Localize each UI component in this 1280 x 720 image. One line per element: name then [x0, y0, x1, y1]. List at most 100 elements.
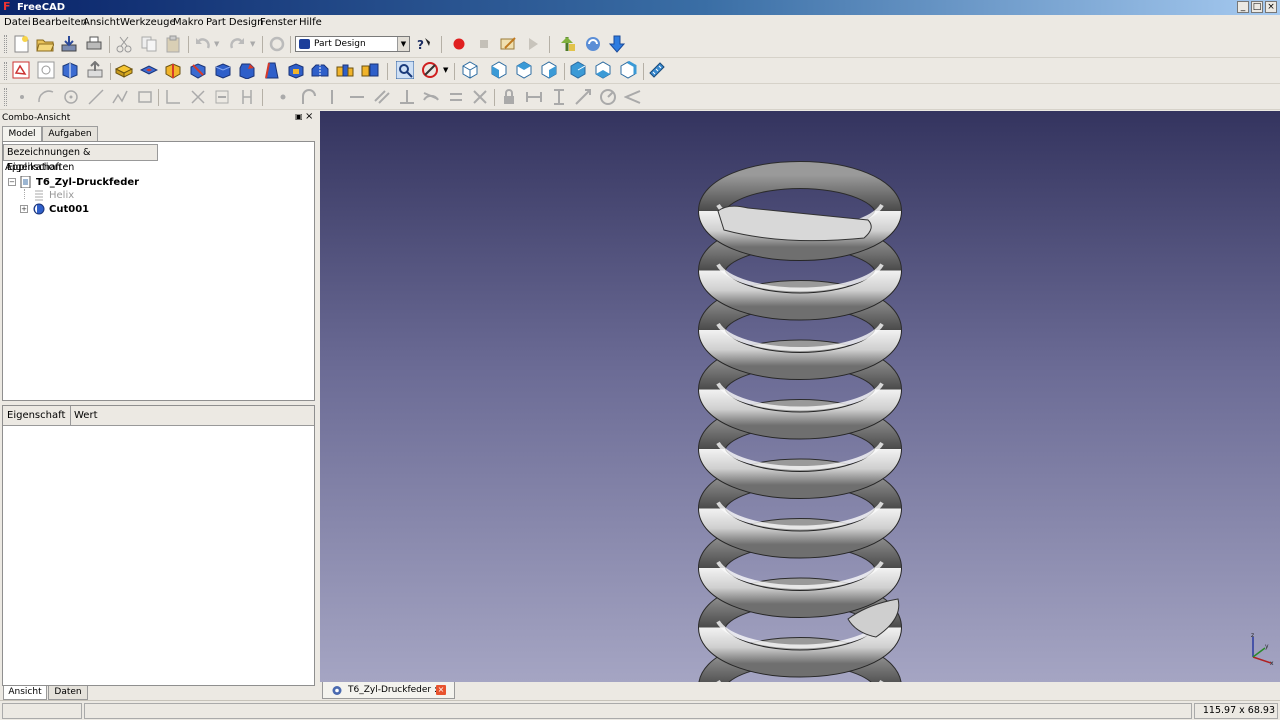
undo-icon[interactable] [194, 35, 212, 53]
draw-style-dropdown-icon[interactable]: ▼ [443, 66, 448, 74]
chevron-down-icon[interactable]: ▼ [397, 37, 409, 51]
menu-fenster[interactable]: Fenster [260, 17, 297, 29]
print-icon[interactable] [85, 35, 103, 53]
tab-data-properties[interactable]: Daten [48, 686, 88, 700]
tree-helix-node[interactable]: Helix [49, 190, 74, 202]
right-view-icon[interactable] [540, 61, 558, 79]
copy-icon[interactable] [140, 35, 158, 53]
constraint-length-icon[interactable] [574, 88, 592, 106]
sketch-construction-icon[interactable] [238, 88, 256, 106]
rear-view-icon[interactable] [569, 61, 587, 79]
chamfer-icon[interactable] [238, 61, 256, 79]
measure-icon[interactable] [648, 61, 666, 79]
front-view-icon[interactable] [490, 61, 508, 79]
draw-style-icon[interactable] [421, 61, 439, 79]
refresh-icon[interactable] [268, 35, 286, 53]
constraint-vertical-distance-icon[interactable] [550, 88, 568, 106]
menu-part-design[interactable]: Part Design [206, 17, 263, 29]
constraint-perpendicular-icon[interactable] [398, 88, 416, 106]
constraint-angle-icon[interactable] [624, 88, 642, 106]
menu-makro[interactable]: Makro [173, 17, 204, 29]
float-panel-icon[interactable]: ▣ [295, 112, 303, 122]
sketch-external-icon[interactable] [213, 88, 231, 106]
download-arrow-icon[interactable] [608, 35, 626, 53]
sketch-fillet-icon[interactable] [164, 88, 182, 106]
close-button[interactable]: × [1265, 1, 1277, 13]
constraint-coincident-icon[interactable] [274, 88, 292, 106]
constraint-vertical-icon[interactable] [323, 88, 341, 106]
constraint-equal-icon[interactable] [447, 88, 465, 106]
minimize-button[interactable]: _ [1237, 1, 1249, 13]
3d-viewport[interactable]: z x y [320, 111, 1280, 682]
sketch-arc-icon[interactable] [37, 88, 55, 106]
toolbar-grip[interactable] [4, 88, 7, 106]
cut-icon[interactable] [115, 35, 133, 53]
pad-icon[interactable] [115, 61, 133, 79]
whats-this-icon[interactable]: ? [415, 35, 433, 53]
workbench-selector[interactable]: Part Design ▼ [295, 36, 410, 52]
expand-icon[interactable]: + [20, 205, 28, 213]
edit-macro-icon[interactable] [499, 35, 517, 53]
groove-icon[interactable] [189, 61, 207, 79]
open-icon[interactable] [36, 35, 54, 53]
sync-icon[interactable] [584, 35, 602, 53]
constraint-horizontal-icon[interactable] [348, 88, 366, 106]
menu-hilfe[interactable]: Hilfe [299, 17, 322, 29]
isometric-view-icon[interactable] [461, 61, 479, 79]
constraint-radius-icon[interactable] [599, 88, 617, 106]
collapse-icon[interactable]: − [8, 178, 16, 186]
sketch-trim-icon[interactable] [189, 88, 207, 106]
value-column-header[interactable]: Wert [74, 406, 98, 426]
pocket-icon[interactable] [140, 61, 158, 79]
stop-macro-icon[interactable] [475, 35, 493, 53]
constraint-lock-icon[interactable] [500, 88, 518, 106]
new-sketch-icon[interactable] [12, 61, 30, 79]
column-divider[interactable] [70, 406, 71, 426]
sketch-line-icon[interactable] [87, 88, 105, 106]
tree-column-header[interactable]: Bezeichnungen & Eigenschaften [3, 144, 158, 173]
menu-werkzeuge[interactable]: Werkzeuge [120, 17, 176, 29]
tree-cut-node[interactable]: Cut001 [49, 204, 89, 216]
fillet-icon[interactable] [214, 61, 232, 79]
spring-model[interactable] [320, 111, 1280, 682]
close-icon[interactable]: × [436, 685, 446, 695]
thickness-icon[interactable] [287, 61, 305, 79]
close-panel-icon[interactable]: × [305, 111, 313, 123]
undo-dropdown-icon[interactable]: ▼ [214, 40, 219, 48]
edit-sketch-icon[interactable] [37, 61, 55, 79]
tab-view-properties[interactable]: Ansicht [3, 686, 47, 700]
redo-icon[interactable] [228, 35, 246, 53]
maximize-button[interactable]: □ [1251, 1, 1263, 13]
sketch-rectangle-icon[interactable] [136, 88, 154, 106]
menu-datei[interactable]: Datei [4, 17, 31, 29]
draft-icon[interactable] [263, 61, 281, 79]
sketch-polyline-icon[interactable] [111, 88, 129, 106]
toolbar-grip[interactable] [4, 35, 7, 53]
top-view-icon[interactable] [515, 61, 533, 79]
map-sketch-icon[interactable] [61, 61, 79, 79]
save-icon[interactable] [60, 35, 78, 53]
menu-ansicht[interactable]: Ansicht [83, 17, 120, 29]
paste-icon[interactable] [164, 35, 182, 53]
fit-all-icon[interactable] [396, 61, 414, 79]
record-macro-icon[interactable] [450, 35, 468, 53]
constraint-tangent-icon[interactable] [422, 88, 440, 106]
constraint-point-on-object-icon[interactable] [299, 88, 317, 106]
tab-tasks[interactable]: Aufgaben [42, 126, 98, 141]
tab-model[interactable]: Model [2, 126, 42, 141]
leave-sketch-icon[interactable] [86, 61, 104, 79]
constraint-parallel-icon[interactable] [373, 88, 391, 106]
polar-pattern-icon[interactable] [361, 61, 379, 79]
tree-document-node[interactable]: T6_Zyl-Druckfeder [36, 177, 139, 189]
constraint-horizontal-distance-icon[interactable] [525, 88, 543, 106]
go-up-icon[interactable] [558, 35, 576, 53]
bottom-view-icon[interactable] [594, 61, 612, 79]
new-icon[interactable] [12, 35, 30, 53]
mirrored-icon[interactable] [311, 61, 329, 79]
sketch-point-icon[interactable] [13, 88, 31, 106]
linear-pattern-icon[interactable] [336, 61, 354, 79]
property-column-header[interactable]: Eigenschaft [7, 406, 65, 426]
toolbar-grip[interactable] [4, 62, 7, 80]
redo-dropdown-icon[interactable]: ▼ [250, 40, 255, 48]
left-view-icon[interactable] [619, 61, 637, 79]
